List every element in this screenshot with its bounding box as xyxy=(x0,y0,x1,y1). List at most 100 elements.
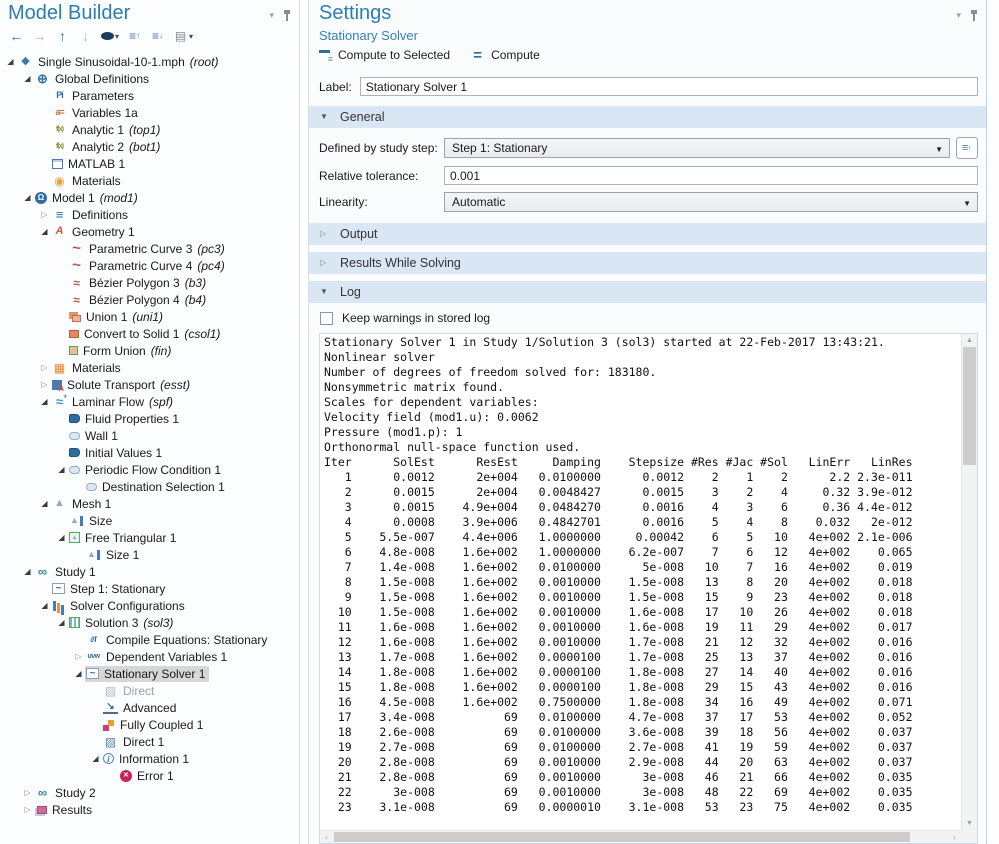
tree-item[interactable]: Parametric Curve 4(pc4) xyxy=(0,257,299,274)
pin-icon[interactable] xyxy=(283,10,291,21)
defined-by-combo[interactable]: Step 1: Stationary ▼ xyxy=(444,138,950,158)
expand-arrow-icon[interactable]: ▷ xyxy=(72,653,85,661)
tree-item[interactable]: Materials xyxy=(0,172,299,189)
collapse-arrow-icon[interactable]: ◢ xyxy=(55,466,68,474)
tree-item[interactable]: ▷Solute Transport(esst) xyxy=(0,376,299,393)
tree-item[interactable]: ◢Model 1(mod1) xyxy=(0,189,299,206)
section-output[interactable]: ▷ Output xyxy=(309,223,986,245)
collapse-arrow-icon[interactable]: ◢ xyxy=(89,755,102,763)
log-horizontal-scrollbar[interactable]: ‹ › xyxy=(320,830,961,843)
collapse-arrow-icon[interactable]: ◢ xyxy=(21,194,34,202)
collapse-arrow-icon[interactable]: ◢ xyxy=(55,619,68,627)
collapse-all-button[interactable] xyxy=(124,28,145,44)
tree-item[interactable]: ◢Free Triangular 1 xyxy=(0,529,299,546)
tree-item[interactable]: Analytic 2(bot1) xyxy=(0,138,299,155)
expand-arrow-icon[interactable]: ▷ xyxy=(38,211,51,219)
tree-item[interactable]: ▷Materials xyxy=(0,359,299,376)
section-general[interactable]: ▼ General xyxy=(309,106,986,128)
show-button[interactable]: ▾ xyxy=(98,31,122,42)
panel-menu-arrow-icon[interactable]: ▾ xyxy=(269,11,274,20)
vertical-scroll-thumb[interactable] xyxy=(963,347,976,465)
expand-arrow-icon[interactable]: ▷ xyxy=(38,381,51,389)
expand-arrow-icon[interactable]: ▷ xyxy=(38,364,51,372)
tree-item[interactable]: Variables 1a xyxy=(0,104,299,121)
tree-item[interactable]: ◢Mesh 1 xyxy=(0,495,299,512)
tree-item[interactable]: ◢Study 1 xyxy=(0,563,299,580)
tree-item[interactable]: Error 1 xyxy=(0,767,299,784)
tree-item[interactable]: Wall 1 xyxy=(0,427,299,444)
log-vertical-scrollbar[interactable]: ▲ ▼ xyxy=(961,334,977,830)
move-up-button[interactable] xyxy=(52,28,73,44)
collapse-arrow-icon[interactable]: ◢ xyxy=(72,670,85,678)
tree-item-tag: (csol1) xyxy=(184,327,220,341)
keep-warnings-checkbox[interactable] xyxy=(320,312,333,325)
tree-item[interactable]: Initial Values 1 xyxy=(0,444,299,461)
tree-item[interactable]: Direct 1 xyxy=(0,733,299,750)
collapse-arrow-icon[interactable]: ◢ xyxy=(21,568,34,576)
nav-forward-button[interactable] xyxy=(29,28,50,44)
tree-item[interactable]: Union 1(uni1) xyxy=(0,308,299,325)
tree-item[interactable]: Parametric Curve 3(pc3) xyxy=(0,240,299,257)
tree-item[interactable]: Direct xyxy=(0,682,299,699)
expand-all-button[interactable] xyxy=(147,28,168,44)
tree-item[interactable]: Destination Selection 1 xyxy=(0,478,299,495)
linearity-combo[interactable]: Automatic ▼ xyxy=(444,192,978,212)
tree-item[interactable]: ◢Information 1 xyxy=(0,750,299,767)
expand-arrow-icon[interactable]: ▷ xyxy=(21,789,34,797)
scroll-left-arrow-icon[interactable]: ‹ xyxy=(320,833,333,842)
tree-item[interactable]: ▷Study 2 xyxy=(0,784,299,801)
relative-tolerance-input[interactable]: 0.001 xyxy=(444,166,978,185)
tree-item[interactable]: ▷Definitions xyxy=(0,206,299,223)
tree-item[interactable]: Step 1: Stationary xyxy=(0,580,299,597)
panel-splitter[interactable] xyxy=(300,0,309,844)
horizontal-scroll-thumb[interactable] xyxy=(334,832,910,842)
tree-item[interactable]: Size 1 xyxy=(0,546,299,563)
tree-item[interactable]: Parameters xyxy=(0,87,299,104)
tree-item[interactable]: Advanced xyxy=(0,699,299,716)
solver-log-area[interactable]: Stationary Solver 1 in Study 1/Solution … xyxy=(319,333,978,844)
tree-item[interactable]: Fully Coupled 1 xyxy=(0,716,299,733)
tree-item[interactable]: Bézier Polygon 4(b4) xyxy=(0,291,299,308)
tree-item[interactable]: ◢Global Definitions xyxy=(0,70,299,87)
section-log[interactable]: ▼ Log xyxy=(309,281,986,303)
tree-item[interactable]: Fluid Properties 1 xyxy=(0,410,299,427)
scroll-right-arrow-icon[interactable]: › xyxy=(948,833,961,842)
compute-to-selected-button[interactable]: Compute to Selected xyxy=(319,48,450,62)
tree-item[interactable]: Convert to Solid 1(csol1) xyxy=(0,325,299,342)
tree-item[interactable]: ▷Results xyxy=(0,801,299,818)
tree-item[interactable]: ▷Dependent Variables 1 xyxy=(0,648,299,665)
edit-study-step-button[interactable] xyxy=(956,137,978,159)
tree-item[interactable]: ◢Solver Configurations xyxy=(0,597,299,614)
pin-icon[interactable] xyxy=(970,10,978,21)
section-results-while-solving[interactable]: ▷ Results While Solving xyxy=(309,252,986,274)
tree-item[interactable]: Size xyxy=(0,512,299,529)
tree-item[interactable]: MATLAB 1 xyxy=(0,155,299,172)
tree-item[interactable]: Compile Equations: Stationary xyxy=(0,631,299,648)
move-down-button[interactable] xyxy=(75,28,96,44)
collapse-arrow-icon[interactable]: ◢ xyxy=(21,75,34,83)
tree-item[interactable]: Analytic 1(top1) xyxy=(0,121,299,138)
node-options-button[interactable]: ▾ xyxy=(170,28,196,44)
tree-item[interactable]: ◢Laminar Flow(spf) xyxy=(0,393,299,410)
scroll-up-arrow-icon[interactable]: ▲ xyxy=(962,334,977,347)
collapse-arrow-icon[interactable]: ◢ xyxy=(38,398,51,406)
tree-item[interactable]: Bézier Polygon 3(b3) xyxy=(0,274,299,291)
compute-button[interactable]: Compute xyxy=(470,48,540,62)
label-input[interactable]: Stationary Solver 1 xyxy=(360,77,978,96)
collapse-arrow-icon[interactable]: ◢ xyxy=(4,58,17,66)
tree-item[interactable]: ◢Geometry 1 xyxy=(0,223,299,240)
scroll-down-arrow-icon[interactable]: ▼ xyxy=(962,817,977,830)
collapse-arrow-icon[interactable]: ◢ xyxy=(38,228,51,236)
collapse-arrow-icon[interactable]: ◢ xyxy=(38,602,51,610)
panel-menu-arrow-icon[interactable]: ▾ xyxy=(956,11,961,20)
tree-item[interactable]: ◢Solution 3(sol3) xyxy=(0,614,299,631)
tree-item[interactable]: ◢Stationary Solver 1 xyxy=(0,665,299,682)
nav-back-button[interactable] xyxy=(6,28,27,44)
expand-arrow-icon[interactable]: ▷ xyxy=(21,806,34,814)
tree-item[interactable]: ◢Single Sinusoidal-10-1.mph(root) xyxy=(0,53,299,70)
collapse-arrow-icon[interactable]: ◢ xyxy=(55,534,68,542)
periodic-flow-icon xyxy=(69,466,80,474)
tree-item[interactable]: ◢Periodic Flow Condition 1 xyxy=(0,461,299,478)
collapse-arrow-icon[interactable]: ◢ xyxy=(38,500,51,508)
tree-item[interactable]: Form Union(fin) xyxy=(0,342,299,359)
